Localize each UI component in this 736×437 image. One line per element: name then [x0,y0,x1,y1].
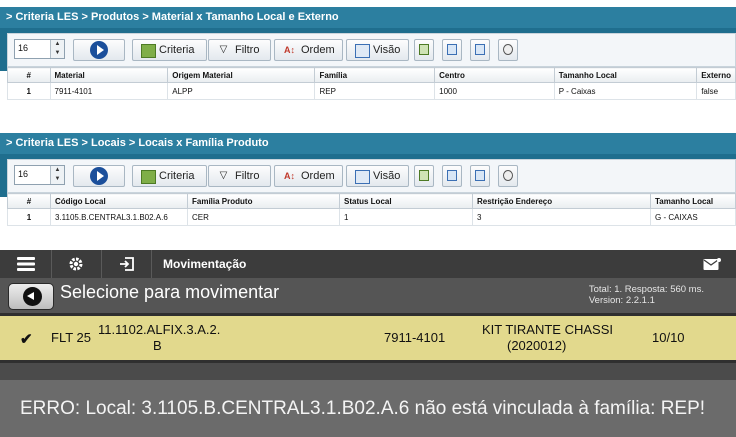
criteria-panel-produtos: > Criteria LES > Produtos > Material x T… [0,7,736,107]
play-icon [90,41,108,59]
settings-wrench-icon[interactable] [498,39,518,61]
item-local-line1: 11.1102.ALFIX.3.A.2. [98,322,221,337]
sort-az-icon: A↕ [284,171,295,181]
ordem-button[interactable]: A↕ Ordem [274,165,343,187]
save-icon[interactable] [442,165,462,187]
criteria-button[interactable]: Criteria [132,39,207,61]
export-icon[interactable] [414,165,434,187]
criteria-panel-locais: > Criteria LES > Locais > Locais x Famíl… [0,133,736,231]
item-desc-line1: KIT TIRANTE CHASSI [482,322,613,337]
page-heading: Selecione para movimentar [60,282,280,302]
save-icon[interactable] [442,39,462,61]
table-header-row: # Material Origem Material Família Centr… [7,67,736,83]
export-icon[interactable] [414,39,434,61]
criteria-icon [141,170,156,184]
filtro-button[interactable]: ▽ Filtro [208,165,271,187]
item-local-line2: B [153,338,162,353]
results-table: # Código Local Família Produto Status Lo… [7,193,736,226]
toolbar: 16 ▲ ▼ Criteria ▽ Filtro A↕ Ordem Visão [7,33,736,67]
menu-icon[interactable] [17,257,35,271]
error-message: ERRO: Local: 3.1105.B.CENTRAL3.1.B02.A.6… [0,380,736,437]
stepper-up-icon[interactable]: ▲ [51,166,64,175]
stepper-down-icon[interactable]: ▼ [51,49,64,58]
visao-button[interactable]: Visão [346,165,409,187]
mobile-app-screen: Movimentação Selecione para movimentar T… [0,250,736,437]
screen-title: Movimentação [163,257,247,271]
heading-bar: Selecione para movimentar Total: 1. Resp… [0,278,736,314]
toolbar: 16 ▲ ▼ Criteria ▽ Filtro A↕ Ordem Visão [7,159,736,193]
back-arrow-icon [23,287,42,306]
run-button[interactable] [73,165,125,187]
criteria-icon [141,44,156,58]
breadcrumb: > Criteria LES > Locais > Locais x Famíl… [0,133,736,154]
back-button[interactable] [8,283,54,310]
view-icon [355,170,370,184]
ordem-button[interactable]: A↕ Ordem [274,39,343,61]
breadcrumb: > Criteria LES > Produtos > Material x T… [0,7,736,28]
code-icon[interactable] [470,165,490,187]
code-icon[interactable] [470,39,490,61]
page-size-value: 16 [18,169,29,179]
response-info: Total: 1. Resposta: 560 ms. Version: 2.2… [588,284,704,306]
page-size-value: 16 [18,43,29,53]
item-quantity: 10/10 [652,330,685,345]
double-check-icon: ✔︎ [20,331,33,348]
list-item[interactable]: ✔︎ FLT 25 11.1102.ALFIX.3.A.2. B 7911-41… [0,313,736,363]
table-header-row: # Código Local Família Produto Status Lo… [7,193,736,209]
item-desc-line2: (2020012) [507,338,567,353]
sort-az-icon: A↕ [284,45,295,55]
view-icon [355,44,370,58]
filtro-button[interactable]: ▽ Filtro [208,39,271,61]
criteria-button[interactable]: Criteria [132,165,207,187]
funnel-icon: ▽ [219,44,228,55]
results-table: # Material Origem Material Família Centr… [7,67,736,100]
logout-icon[interactable] [119,256,135,272]
settings-wrench-icon[interactable] [498,165,518,187]
item-material: 7911-4101 [384,330,446,345]
page-size-stepper[interactable]: 16 ▲ ▼ [14,165,65,185]
app-top-bar: Movimentação [0,250,736,278]
mail-icon[interactable] [703,257,721,271]
item-flt: FLT 25 [51,330,91,345]
play-icon [90,167,108,185]
stepper-up-icon[interactable]: ▲ [51,40,64,49]
funnel-icon: ▽ [219,170,228,181]
gear-icon[interactable] [68,256,84,272]
page-size-stepper[interactable]: 16 ▲ ▼ [14,39,65,59]
table-row[interactable]: 1 7911-4101 ALPP REP 1000 P - Caixas fal… [7,82,736,100]
stepper-down-icon[interactable]: ▼ [51,175,64,184]
table-row[interactable]: 1 3.1105.B.CENTRAL3.1.B02.A.6 CER 1 3 G … [7,208,736,226]
run-button[interactable] [73,39,125,61]
visao-button[interactable]: Visão [346,39,409,61]
